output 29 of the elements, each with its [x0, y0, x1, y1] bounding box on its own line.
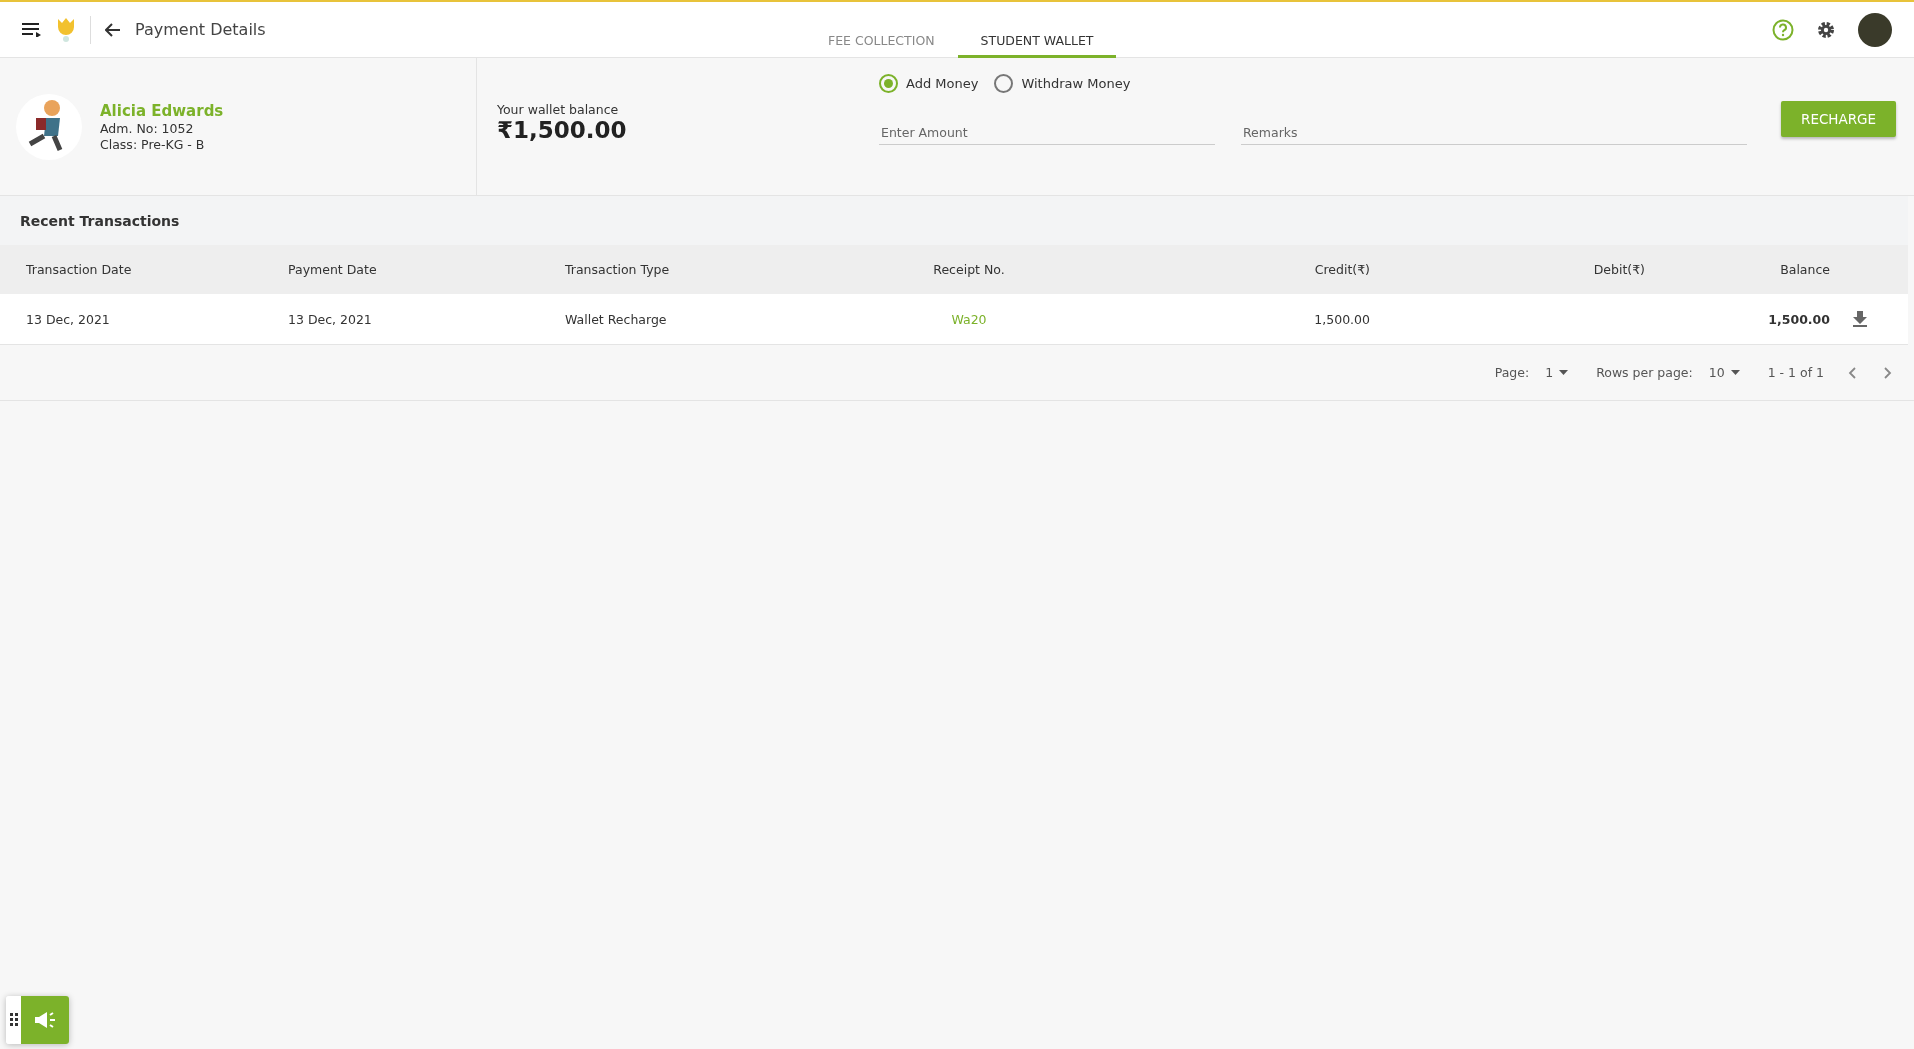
table-cell-text: 13 Dec, 2021	[25, 311, 111, 327]
column-header: Receipt No.	[932, 262, 1006, 277]
section-title: Recent Transactions	[20, 212, 180, 229]
table-cell-text: 1,500.00	[1313, 311, 1370, 327]
wallet-balance: ₹1,500.00	[497, 117, 628, 143]
admission-number: Adm. No: 1052	[100, 120, 195, 137]
column-header: Transaction Type	[564, 262, 671, 277]
tab[interactable]: STUDENT WALLET	[957, 2, 1117, 58]
radio-option[interactable]: Add Money	[879, 74, 979, 93]
column-header: Debit(₹)	[1592, 262, 1645, 277]
page-range: 1 - 1 of 1	[1767, 365, 1824, 380]
wallet-balance-label: Your wallet balance	[497, 102, 620, 117]
input-field[interactable]: Remarks	[1241, 121, 1747, 145]
student-class: Class: Pre-KG - B	[100, 136, 206, 153]
column-header: Transaction Date	[25, 262, 133, 277]
page-title: Payment Details	[135, 20, 266, 39]
rows-per-page-label: Rows per page:	[1596, 365, 1693, 380]
column-header: Balance	[1779, 262, 1830, 277]
table-cell-text: 13 Dec, 2021	[287, 311, 373, 327]
radio-option[interactable]: Withdraw Money	[994, 74, 1131, 93]
page-select[interactable]: 1	[1539, 364, 1575, 381]
column-header: Credit(₹)	[1313, 262, 1370, 277]
table-cell-text: Wallet Recharge	[564, 311, 668, 327]
input-field[interactable]: Enter Amount	[879, 121, 1215, 145]
rows-per-page-select[interactable]: 10	[1702, 364, 1746, 381]
column-header: Payment Date	[287, 262, 378, 277]
page-label: Page:	[1494, 365, 1530, 380]
table-cell-text: 1,500.00	[1767, 311, 1830, 327]
tab[interactable]: FEE COLLECTION	[805, 2, 958, 58]
